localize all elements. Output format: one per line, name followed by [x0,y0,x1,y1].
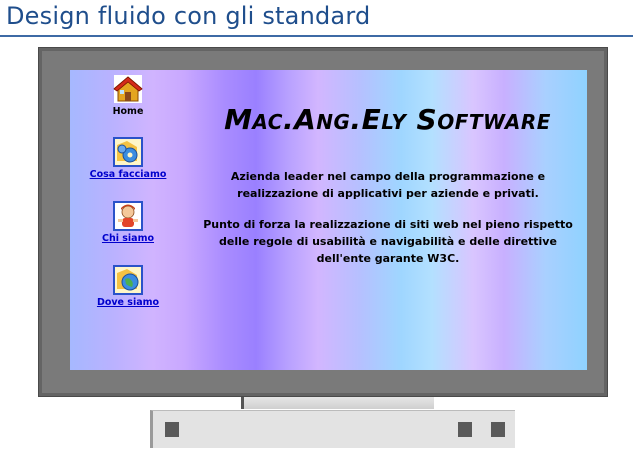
slide-title: Design fluido con gli standard [6,2,371,30]
nav-item-cosa-facciamo[interactable]: Cosa facciamo [83,137,173,180]
base-button [458,422,472,437]
nav-item-home[interactable]: Home [83,74,173,117]
website-screen: Home Cosa facciamo Chi siamo Dove siamo … [70,70,587,370]
globe-icon [113,265,143,295]
nav-link-dove-siamo[interactable]: Dove siamo [83,297,173,308]
nav-link-chi-siamo[interactable]: Chi siamo [83,233,173,244]
nav-item-chi-siamo[interactable]: Chi siamo [83,201,173,244]
brand-title: Mac.Ang.Ely Software [224,103,551,136]
monitor-stand-base [150,410,515,448]
gears-icon [113,137,143,167]
description-paragraph-2: Punto di forza la realizzazione di siti … [203,218,573,265]
home-icon [113,75,143,103]
monitor-stand-neck [241,397,434,409]
base-button [491,422,505,437]
description-paragraph-1: Azienda leader nel campo della programma… [230,170,546,200]
title-divider [0,35,633,37]
nav-link-cosa-facciamo[interactable]: Cosa facciamo [83,169,173,180]
nav-item-dove-siamo[interactable]: Dove siamo [83,265,173,308]
person-icon [113,201,143,231]
nav-label-home: Home [112,106,144,117]
base-button [165,422,179,437]
